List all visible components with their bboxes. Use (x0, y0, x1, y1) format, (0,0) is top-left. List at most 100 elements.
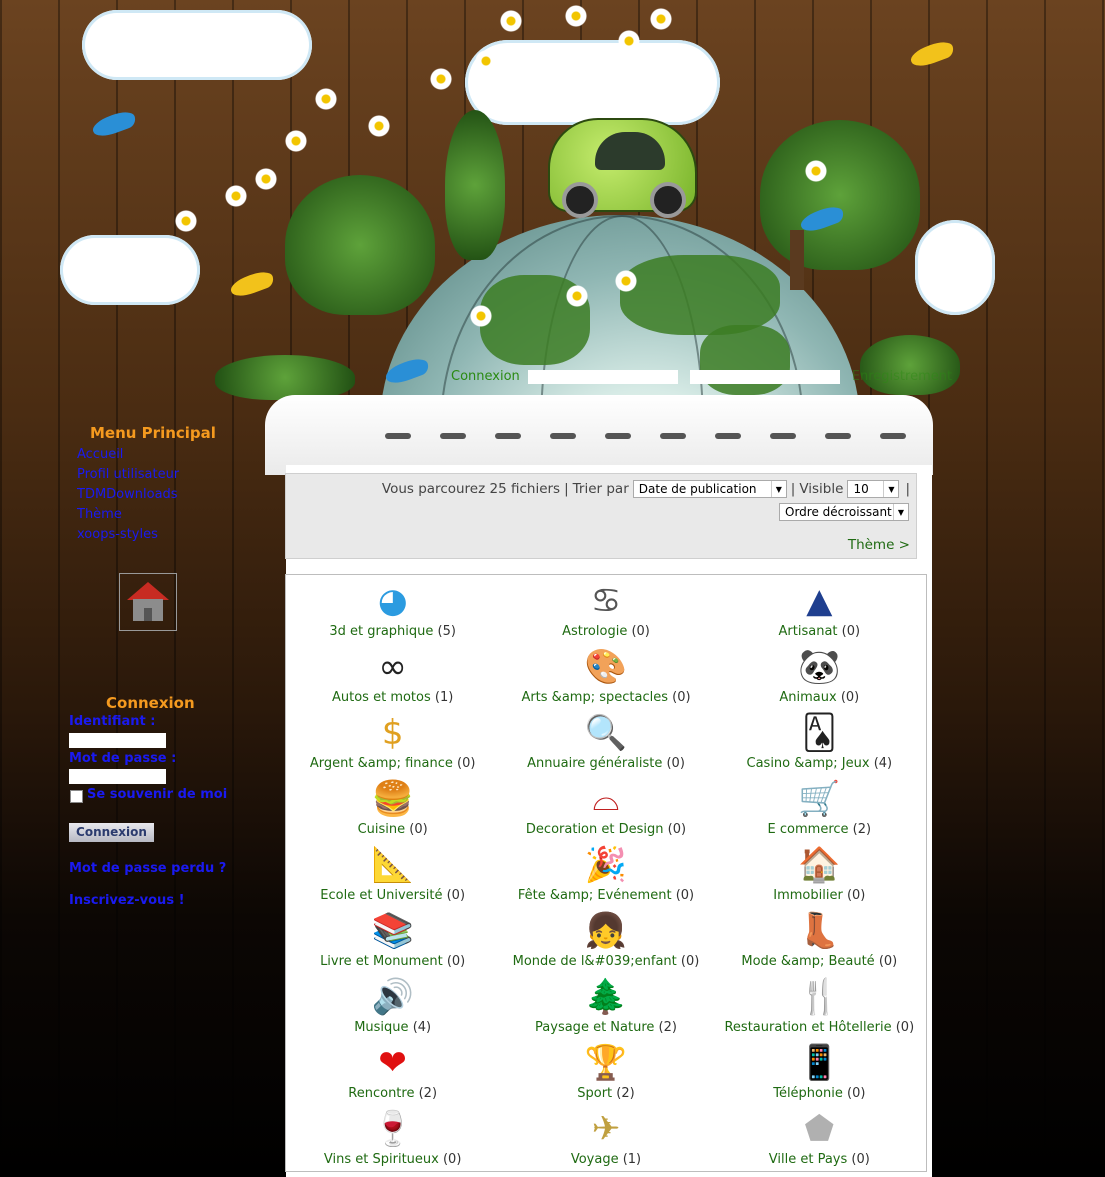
order-select[interactable]: Ordre décroissant ▼ (779, 503, 909, 521)
category-link[interactable]: Vins et Spiritueux (0) (324, 1152, 462, 1167)
category-item[interactable]: 📱 Téléphonie (0) (713, 1037, 926, 1103)
category-item[interactable]: ♋ Astrologie (0) (499, 575, 712, 641)
category-name[interactable]: Téléphonie (773, 1086, 843, 1101)
party-hat-icon[interactable]: 🎉 (584, 843, 628, 887)
category-item[interactable]: 🔊 Musique (4) (286, 971, 499, 1037)
category-name[interactable]: Sport (577, 1086, 612, 1101)
artisan-logo-icon[interactable]: ▲ (797, 579, 841, 623)
category-link[interactable]: Immobilier (0) (773, 888, 865, 903)
category-name[interactable]: Mode &amp; Beauté (741, 954, 874, 969)
category-item[interactable]: 🔍 Annuaire généraliste (0) (499, 707, 712, 773)
menu-item-xoops-styles[interactable]: xoops-styles (77, 525, 179, 545)
category-link[interactable]: Astrologie (0) (562, 624, 650, 639)
category-name[interactable]: Annuaire généraliste (527, 756, 662, 771)
home-button[interactable] (119, 573, 177, 631)
category-link[interactable]: Ecole et Université (0) (320, 888, 465, 903)
category-name[interactable]: Monde de l&#039;enfant (513, 954, 677, 969)
pine-trees-icon[interactable]: 🌲 (584, 975, 628, 1019)
category-item[interactable]: 🂡 Casino &amp; Jeux (4) (713, 707, 926, 773)
category-link[interactable]: Téléphonie (0) (773, 1086, 865, 1101)
category-link[interactable]: Rencontre (2) (348, 1086, 437, 1101)
category-link[interactable]: Argent &amp; finance (0) (310, 756, 476, 771)
category-name[interactable]: Cuisine (358, 822, 406, 837)
category-item[interactable]: ⌓ Decoration et Design (0) (499, 773, 712, 839)
top-password-input[interactable] (689, 369, 840, 384)
category-item[interactable]: 🍷 Vins et Spiritueux (0) (286, 1103, 499, 1169)
category-link[interactable]: Casino &amp; Jeux (4) (747, 756, 893, 771)
category-link[interactable]: Paysage et Nature (2) (535, 1020, 677, 1035)
category-link[interactable]: 3d et graphique (5) (329, 624, 456, 639)
burger-icon[interactable]: 🍔 (371, 777, 415, 821)
wine-glass-icon[interactable]: 🍷 (371, 1107, 415, 1151)
category-name[interactable]: Fête &amp; Evénement (518, 888, 672, 903)
category-name[interactable]: Immobilier (773, 888, 843, 903)
books-icon[interactable]: 📚 (371, 909, 415, 953)
category-item[interactable]: 🛒 E commerce (2) (713, 773, 926, 839)
category-name[interactable]: E commerce (768, 822, 849, 837)
category-link[interactable]: Arts &amp; spectacles (0) (521, 690, 690, 705)
category-item[interactable]: ▲ Artisanat (0) (713, 575, 926, 641)
shopping-cart-icon[interactable]: 🛒 (797, 777, 841, 821)
remember-me-label[interactable]: Se souvenir de moi (87, 787, 227, 802)
boot-icon[interactable]: 👢 (797, 909, 841, 953)
category-name[interactable]: Rencontre (348, 1086, 414, 1101)
remember-me-checkbox[interactable] (70, 790, 83, 803)
category-link[interactable]: Mode &amp; Beauté (0) (741, 954, 897, 969)
top-register-link[interactable]: Enregistrement (852, 369, 952, 384)
category-item[interactable]: 🍔 Cuisine (0) (286, 773, 499, 839)
category-link[interactable]: Monde de l&#039;enfant (0) (513, 954, 700, 969)
france-map-icon[interactable]: ⬟ (797, 1107, 841, 1151)
heart-icon[interactable]: ❤ (371, 1041, 415, 1085)
category-item[interactable]: 📐 Ecole et Université (0) (286, 839, 499, 905)
category-name[interactable]: Autos et motos (332, 690, 431, 705)
house-icon[interactable]: 🏠 (797, 843, 841, 887)
category-link[interactable]: Restauration et Hôtellerie (0) (724, 1020, 914, 1035)
category-name[interactable]: Argent &amp; finance (310, 756, 453, 771)
category-name[interactable]: Animaux (779, 690, 836, 705)
category-name[interactable]: Ville et Pays (769, 1152, 848, 1167)
fork-knife-icon[interactable]: 🍴 (797, 975, 841, 1019)
category-item[interactable]: 🎨 Arts &amp; spectacles (0) (499, 641, 712, 707)
sort-by-select[interactable]: Date de publication ▼ (632, 480, 787, 498)
category-item[interactable]: $ Argent &amp; finance (0) (286, 707, 499, 773)
category-item[interactable]: ✈ Voyage (1) (499, 1103, 712, 1169)
pie-chart-icon[interactable]: ◕ (371, 579, 415, 623)
design-chair-icon[interactable]: ⌓ (584, 777, 628, 821)
crab-zodiac-icon[interactable]: ♋ (584, 579, 628, 623)
category-item[interactable]: 🏠 Immobilier (0) (713, 839, 926, 905)
top-username-input[interactable] (527, 369, 678, 384)
category-name[interactable]: Livre et Monument (320, 954, 443, 969)
category-item[interactable]: 🍴 Restauration et Hôtellerie (0) (713, 971, 926, 1037)
category-item[interactable]: 📚 Livre et Monument (0) (286, 905, 499, 971)
category-name[interactable]: Paysage et Nature (535, 1020, 654, 1035)
category-link[interactable]: Sport (2) (577, 1086, 634, 1101)
theme-link[interactable]: Thème > (848, 537, 910, 553)
category-name[interactable]: Casino &amp; Jeux (747, 756, 870, 771)
menu-item-theme[interactable]: Thème (77, 505, 179, 525)
category-name[interactable]: Vins et Spiritueux (324, 1152, 439, 1167)
money-icon[interactable]: $ (371, 711, 415, 755)
category-item[interactable]: 🎉 Fête &amp; Evénement (0) (499, 839, 712, 905)
menu-item-accueil[interactable]: Accueil (77, 445, 179, 465)
menu-item-profil[interactable]: Profil utilisateur (77, 465, 179, 485)
motorbike-icon[interactable]: ∞ (371, 645, 415, 689)
category-item[interactable]: ◕ 3d et graphique (5) (286, 575, 499, 641)
category-name[interactable]: Restauration et Hôtellerie (724, 1020, 891, 1035)
panda-icon[interactable]: 🐼 (797, 645, 841, 689)
register-link[interactable]: Inscrivez-vous ! (69, 893, 185, 908)
speaker-icon[interactable]: 🔊 (371, 975, 415, 1019)
category-link[interactable]: Annuaire généraliste (0) (527, 756, 685, 771)
category-link[interactable]: Musique (4) (354, 1020, 431, 1035)
category-name[interactable]: Artisanat (779, 624, 838, 639)
category-item[interactable]: ❤ Rencontre (2) (286, 1037, 499, 1103)
smartphone-icon[interactable]: 📱 (797, 1041, 841, 1085)
category-item[interactable]: 👢 Mode &amp; Beauté (0) (713, 905, 926, 971)
category-item[interactable]: 🏆 Sport (2) (499, 1037, 712, 1103)
category-name[interactable]: Arts &amp; spectacles (521, 690, 668, 705)
category-name[interactable]: 3d et graphique (329, 624, 433, 639)
playing-cards-icon[interactable]: 🂡 (797, 711, 841, 755)
airplane-icon[interactable]: ✈ (584, 1107, 628, 1151)
category-link[interactable]: Ville et Pays (0) (769, 1152, 870, 1167)
category-link[interactable]: Cuisine (0) (358, 822, 428, 837)
category-item[interactable]: 🐼 Animaux (0) (713, 641, 926, 707)
